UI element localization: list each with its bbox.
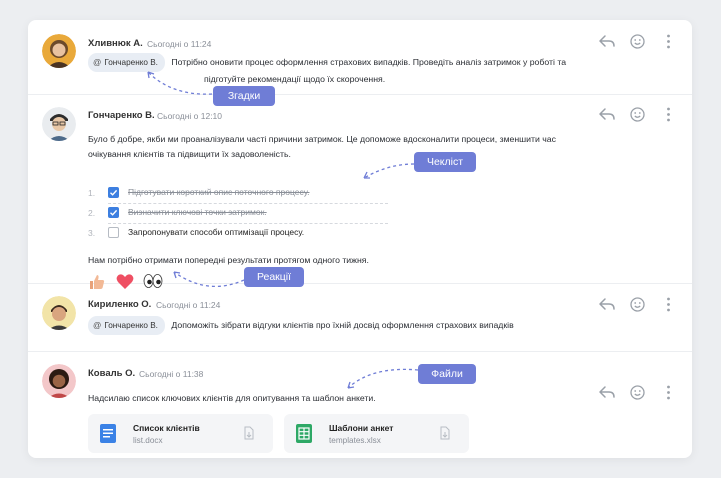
message-text: Було б добре, якби ми проаналізували час… (88, 132, 648, 162)
file-attachment[interactable]: Список клієнтів list.docx (88, 414, 273, 453)
message-actions (598, 34, 678, 50)
message-actions (598, 107, 678, 123)
doc-icon (100, 424, 116, 443)
message-time: Сьогодні о 11:24 (147, 39, 212, 49)
annotation-mentions: Згадки (213, 86, 275, 106)
message-time: Сьогодні о 11:38 (139, 369, 204, 379)
message-1: Хливнюк А. Сьогодні о 11:24 @ Гончаренко … (28, 20, 692, 95)
avatar[interactable] (42, 296, 76, 330)
reply-icon[interactable] (598, 385, 616, 399)
more-icon[interactable] (666, 107, 671, 122)
file-name: Список клієнтів (133, 423, 200, 433)
reply-icon[interactable] (598, 297, 616, 311)
checklist-number: 3. (88, 228, 96, 238)
avatar[interactable] (42, 34, 76, 68)
annotation-arrow (363, 163, 415, 179)
annotation-files: Файли (418, 364, 476, 384)
message-time: Сьогодні о 12:10 (157, 111, 223, 121)
author-name[interactable]: Хливнюк А. (88, 38, 143, 49)
emoji-icon[interactable] (630, 385, 645, 400)
sheet-icon (296, 424, 312, 443)
at-icon: @ (93, 321, 102, 330)
reply-icon[interactable] (598, 107, 616, 121)
checklist-number: 1. (88, 188, 96, 198)
text-line-1: Потрібно оновити процес оформлення страх… (171, 57, 567, 67)
text-line-2: підготуйте рекомендації щодо їх скорочен… (204, 74, 386, 84)
emoji-icon[interactable] (630, 297, 645, 312)
text-line-1: Допоможіть зібрати відгуки клієнтів про … (171, 320, 514, 330)
annotation-reactions: Реакції (244, 267, 304, 287)
checklist: 1. Підготувати короткий опис поточного п… (88, 187, 428, 247)
chat-card: Хливнюк А. Сьогодні о 11:24 @ Гончаренко … (28, 20, 692, 458)
divider (108, 203, 388, 204)
more-icon[interactable] (666, 297, 671, 312)
checklist-text: Визначити ключові точки затримок. (128, 207, 267, 217)
file-attachment[interactable]: Шаблони анкет templates.xlsx (284, 414, 469, 453)
emoji-icon[interactable] (630, 34, 645, 49)
checklist-number: 2. (88, 208, 96, 218)
download-icon[interactable] (439, 426, 451, 440)
text-line-2: очікування клієнтів та підвищити їх задо… (88, 149, 291, 159)
author-name[interactable]: Гончаренко В. (88, 110, 155, 121)
checklist-text: Підготувати короткий опис поточного проц… (128, 187, 310, 197)
message-text-after: Нам потрібно отримати попередні результа… (88, 255, 369, 265)
checkbox-unchecked-icon[interactable] (108, 227, 119, 238)
message-time: Сьогодні о 11:24 (156, 300, 221, 310)
divider (108, 223, 388, 224)
reply-icon[interactable] (598, 34, 616, 48)
file-name: Шаблони анкет (329, 423, 394, 433)
more-icon[interactable] (666, 34, 671, 49)
checkbox-checked-icon[interactable] (108, 207, 119, 218)
avatar[interactable] (42, 364, 76, 398)
mention-label: Гончаренко В. (104, 58, 158, 67)
message-actions (598, 385, 678, 401)
message-2: Гончаренко В. Сьогодні о 12:10 Було б до… (28, 94, 692, 289)
checkbox-checked-icon[interactable] (108, 187, 119, 198)
text-line-1: Було б добре, якби ми проаналізували час… (88, 134, 556, 144)
message-text: @ Гончаренко В. Допоможіть зібрати відгук… (88, 316, 648, 335)
avatar[interactable] (42, 107, 76, 141)
author-name[interactable]: Коваль О. (88, 368, 135, 379)
message-actions (598, 297, 678, 313)
annotation-arrow (173, 271, 245, 287)
annotation-checklist: Чекліст (414, 152, 476, 172)
at-icon: @ (93, 58, 102, 67)
message-3: Кириленко О. Сьогодні о 11:24 @ Гончаренк… (28, 283, 692, 352)
download-icon[interactable] (243, 426, 255, 440)
mention-chip[interactable]: @ Гончаренко В. (88, 316, 165, 335)
emoji-icon[interactable] (630, 107, 645, 122)
checklist-text: Запропонувати способи оптимізації процес… (128, 227, 305, 237)
annotation-arrow (347, 368, 419, 389)
author-name[interactable]: Кириленко О. (88, 299, 151, 310)
file-filename: templates.xlsx (329, 436, 381, 445)
more-icon[interactable] (666, 385, 671, 400)
file-filename: list.docx (133, 436, 163, 445)
message-text: Надсилаю список ключових клієнтів для оп… (88, 393, 376, 403)
annotation-arrow (147, 71, 213, 95)
mention-label: Гончаренко В. (104, 321, 158, 330)
